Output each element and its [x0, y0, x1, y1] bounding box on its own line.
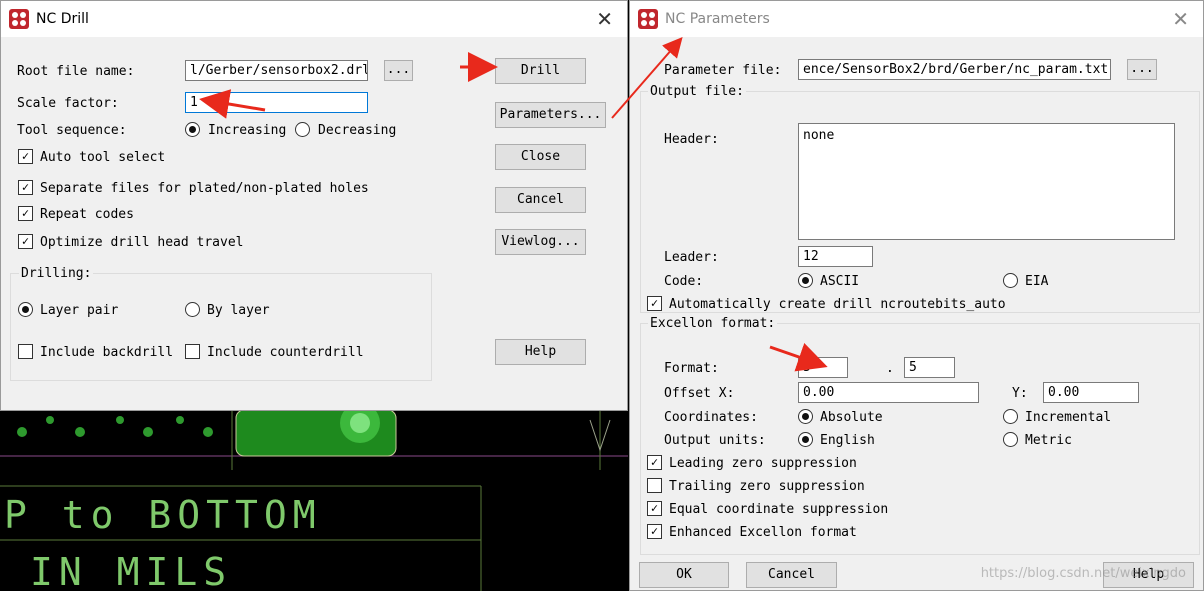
enhanced-excellon-checkbox[interactable]: ✓ — [647, 524, 662, 539]
trailing-zero-checkbox[interactable] — [647, 478, 662, 493]
leading-zero-label: Leading zero suppression — [669, 456, 857, 471]
output-units-label: Output units: — [664, 433, 766, 448]
trailing-zero-label: Trailing zero suppression — [669, 479, 865, 494]
english-radio[interactable] — [798, 432, 813, 447]
pcb-label-line2: IN MILS — [30, 550, 232, 591]
ascii-radio[interactable] — [798, 273, 813, 288]
dialog-title: NC Parameters — [665, 11, 770, 27]
layer-pair-label: Layer pair — [40, 303, 119, 318]
cancel-button[interactable]: Cancel — [495, 187, 586, 213]
by-layer-label: By layer — [207, 303, 270, 318]
browse-root-button[interactable]: ... — [384, 60, 413, 81]
nc-parameters-dialog: NC Parameters ✕ Parameter file: ence/Sen… — [629, 0, 1204, 591]
app-icon — [9, 9, 29, 29]
repeat-codes-label: Repeat codes — [40, 207, 134, 222]
equal-coordinate-checkbox[interactable]: ✓ — [647, 501, 662, 516]
output-file-label: Output file: — [648, 84, 746, 99]
separate-files-label: Separate files for plated/non-plated hol… — [40, 181, 369, 196]
counterdrill-checkbox[interactable] — [185, 344, 200, 359]
offset-y-label: Y: — [1012, 386, 1028, 401]
format-decimal-input[interactable]: 5 — [904, 357, 955, 378]
auto-create-label: Automatically create drill ncroutebits_a… — [669, 297, 1006, 312]
eia-radio[interactable] — [1003, 273, 1018, 288]
root-file-input[interactable]: l/Gerber/sensorbox2.drl — [185, 60, 368, 81]
english-label: English — [820, 433, 875, 448]
excellon-label: Excellon format: — [648, 316, 778, 331]
nc-drill-titlebar[interactable]: NC Drill ✕ — [1, 1, 627, 37]
scale-factor-input[interactable]: 1 — [185, 92, 368, 113]
header-textarea[interactable]: none — [798, 123, 1175, 240]
eia-label: EIA — [1025, 274, 1049, 289]
ascii-label: ASCII — [820, 274, 860, 289]
browse-param-button[interactable]: ... — [1127, 59, 1157, 80]
dialog-title: NC Drill — [36, 11, 89, 27]
close-icon[interactable]: ✕ — [1172, 7, 1189, 31]
separate-files-checkbox[interactable]: ✓ — [18, 180, 33, 195]
nc-drill-dialog: NC Drill ✕ Root file name: l/Gerber/sens… — [0, 0, 628, 411]
auto-create-checkbox[interactable]: ✓ — [647, 296, 662, 311]
app-icon — [638, 9, 658, 29]
incremental-radio[interactable] — [1003, 409, 1018, 424]
coordinates-label: Coordinates: — [664, 410, 758, 425]
tool-sequence-label: Tool sequence: — [17, 123, 127, 138]
format-integer-input[interactable]: 5 — [798, 357, 848, 378]
code-label: Code: — [664, 274, 704, 289]
optimize-label: Optimize drill head travel — [40, 235, 244, 250]
close-button[interactable]: Close — [495, 144, 586, 170]
offset-x-input[interactable]: 0.00 — [798, 382, 979, 403]
incremental-label: Incremental — [1025, 410, 1112, 425]
absolute-radio[interactable] — [798, 409, 813, 424]
increasing-label: Increasing — [208, 123, 287, 138]
root-file-label: Root file name: — [17, 64, 135, 79]
watermark: https://blog.csdn.net/weixingdo — [980, 566, 1186, 581]
layer-pair-radio[interactable] — [18, 302, 33, 317]
drilling-group — [10, 273, 432, 381]
offset-x-label: Offset X: — [664, 386, 735, 401]
close-icon[interactable]: ✕ — [596, 7, 613, 31]
leader-label: Leader: — [664, 250, 719, 265]
increasing-radio[interactable] — [185, 122, 200, 137]
decreasing-label: Decreasing — [318, 123, 397, 138]
header-label: Header: — [664, 132, 719, 147]
pcb-label-line1: P to BOTTOM — [4, 493, 322, 537]
parameters-button[interactable]: Parameters... — [495, 102, 606, 128]
leader-input[interactable]: 12 — [798, 246, 873, 267]
absolute-label: Absolute — [820, 410, 883, 425]
enhanced-excellon-label: Enhanced Excellon format — [669, 525, 857, 540]
metric-radio[interactable] — [1003, 432, 1018, 447]
offset-y-input[interactable]: 0.00 — [1043, 382, 1139, 403]
drill-button[interactable]: Drill — [495, 58, 586, 84]
drilling-label: Drilling: — [19, 266, 94, 281]
metric-label: Metric — [1025, 433, 1072, 448]
auto-tool-label: Auto tool select — [40, 150, 166, 165]
backdrill-checkbox[interactable] — [18, 344, 33, 359]
parameter-file-label: Parameter file: — [664, 63, 782, 78]
viewlog-button[interactable]: Viewlog... — [495, 229, 586, 255]
by-layer-radio[interactable] — [185, 302, 200, 317]
ok-button[interactable]: OK — [639, 562, 729, 588]
backdrill-label: Include backdrill — [40, 345, 174, 360]
scale-factor-label: Scale factor: — [17, 96, 119, 111]
equal-coordinate-label: Equal coordinate suppression — [669, 502, 889, 517]
decreasing-radio[interactable] — [295, 122, 310, 137]
nc-parameters-titlebar[interactable]: NC Parameters ✕ — [630, 1, 1203, 37]
counterdrill-label: Include counterdrill — [207, 345, 364, 360]
leading-zero-checkbox[interactable]: ✓ — [647, 455, 662, 470]
format-separator: . — [886, 361, 894, 376]
optimize-checkbox[interactable]: ✓ — [18, 234, 33, 249]
cancel-button[interactable]: Cancel — [746, 562, 837, 588]
format-label: Format: — [664, 361, 719, 376]
repeat-codes-checkbox[interactable]: ✓ — [18, 206, 33, 221]
help-button[interactable]: Help — [495, 339, 586, 365]
parameter-file-input[interactable]: ence/SensorBox2/brd/Gerber/nc_param.txt — [798, 59, 1111, 80]
auto-tool-checkbox[interactable]: ✓ — [18, 149, 33, 164]
